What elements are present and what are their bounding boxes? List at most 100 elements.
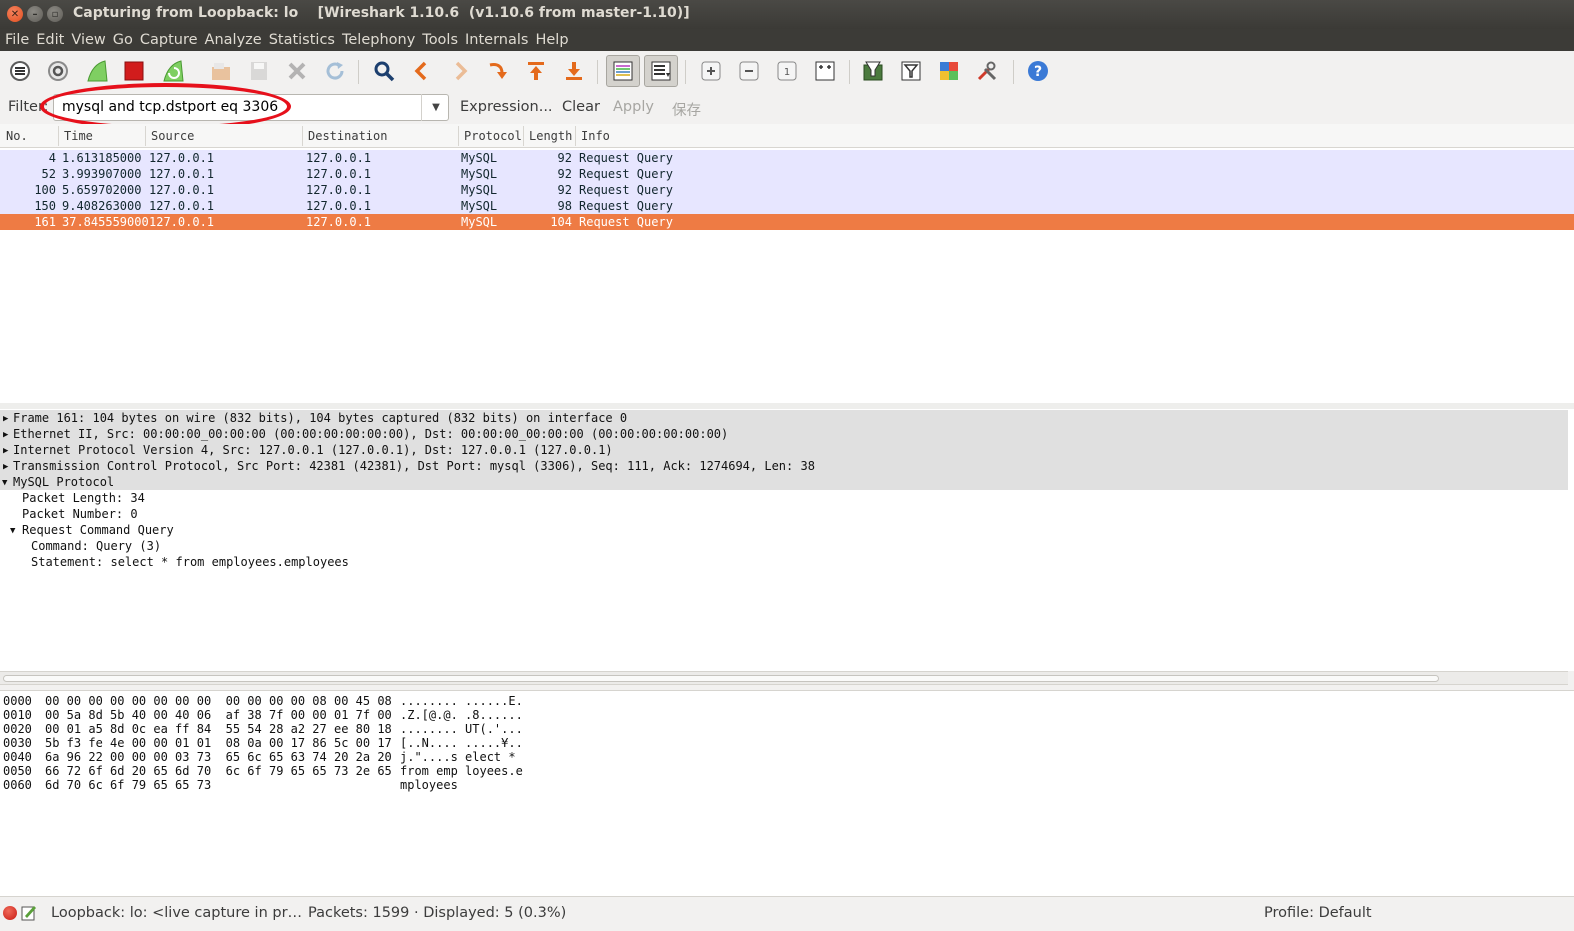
zoom-out-icon[interactable] [736, 58, 762, 84]
expand-icon[interactable]: ▶ [3, 462, 8, 472]
scrollbar-thumb[interactable] [3, 675, 1439, 682]
capture-status-icon[interactable] [3, 906, 17, 920]
expand-icon[interactable]: ▶ [3, 430, 8, 440]
column-no[interactable]: No. [6, 129, 28, 143]
column-time[interactable]: Time [64, 129, 93, 143]
tree-item-frame[interactable]: ▶ Frame 161: 104 bytes on wire (832 bits… [0, 410, 1568, 426]
column-info[interactable]: Info [581, 129, 610, 143]
tree-item-ethernet[interactable]: ▶ Ethernet II, Src: 00:00:00_00:00:00 (0… [0, 426, 1568, 442]
tree-item-statement[interactable]: Statement: select * from employees.emplo… [0, 554, 1568, 570]
filter-dropdown-button[interactable]: ▼ [421, 94, 450, 121]
expression-button[interactable]: Expression... [460, 99, 553, 115]
maximize-window-button[interactable]: ▫ [47, 6, 63, 22]
collapse-icon[interactable]: ▼ [10, 526, 15, 536]
normal-size-icon[interactable]: 1 [774, 58, 800, 84]
table-row[interactable]: 100 5.659702000 127.0.0.1 127.0.0.1 MySQ… [0, 182, 1574, 198]
menu-statistics[interactable]: Statistics [269, 32, 339, 48]
filter-bar: Filter: mysql and tcp.dstport eq 3306 ▼ … [0, 91, 1574, 124]
bytes-row[interactable]: 0010 00 5a 8d 5b 40 00 40 06 af 38 7f 00… [3, 708, 523, 722]
go-back-icon[interactable] [409, 58, 435, 84]
menu-help[interactable]: Help [535, 32, 572, 48]
restart-capture-icon[interactable] [160, 58, 186, 84]
collapse-icon[interactable]: ▼ [2, 478, 7, 488]
window-title: Capturing from Loopback: lo [Wireshark 1… [73, 5, 690, 21]
main-toolbar: 1 ? [0, 51, 1574, 91]
packet-details: ▶ Frame 161: 104 bytes on wire (832 bits… [0, 409, 1574, 671]
tree-item-request-command[interactable]: ▼ Request Command Query [0, 522, 1568, 538]
resize-columns-icon[interactable] [812, 58, 838, 84]
table-row[interactable]: 52 3.993907000 127.0.0.1 127.0.0.1 MySQL… [0, 166, 1574, 182]
profile-text[interactable]: Profile: Default [1264, 905, 1372, 921]
menu-view[interactable]: View [71, 32, 109, 48]
filter-label: Filter: [8, 99, 49, 115]
go-forward-icon[interactable] [447, 58, 473, 84]
menu-internals[interactable]: Internals [465, 32, 532, 48]
tree-item-ipv4[interactable]: ▶ Internet Protocol Version 4, Src: 127.… [0, 442, 1568, 458]
bytes-row[interactable]: 0000 00 00 00 00 00 00 00 00 00 00 00 00… [3, 694, 523, 708]
capture-filters-icon[interactable] [860, 58, 886, 84]
go-first-icon[interactable] [523, 58, 549, 84]
start-capture-icon[interactable] [84, 58, 110, 84]
find-packet-icon[interactable] [371, 58, 397, 84]
capture-comment-icon[interactable] [21, 904, 37, 921]
display-filters-icon[interactable] [898, 58, 924, 84]
open-file-icon[interactable] [208, 58, 234, 84]
filter-input[interactable]: mysql and tcp.dstport eq 3306 [53, 94, 449, 121]
bytes-row[interactable]: 0030 5b f3 fe 4e 00 00 01 01 08 0a 00 17… [3, 736, 523, 750]
preferences-icon[interactable] [974, 58, 1000, 84]
capture-status-text: Loopback: lo: <live capture in pr… [51, 905, 303, 921]
bytes-row[interactable]: 0050 66 72 6f 6d 20 65 6d 70 6c 6f 79 65… [3, 764, 523, 778]
clear-button[interactable]: Clear [562, 99, 600, 115]
column-source[interactable]: Source [151, 129, 194, 143]
coloring-rules-icon[interactable] [936, 58, 962, 84]
title-bar: ✕ – ▫ Capturing from Loopback: lo [Wires… [0, 0, 1574, 29]
tree-item-command[interactable]: Command: Query (3) [0, 538, 1568, 554]
auto-scroll-icon[interactable] [644, 55, 678, 87]
save-button[interactable]: 保存 [672, 99, 701, 120]
column-destination[interactable]: Destination [308, 129, 387, 143]
bytes-row[interactable]: 0060 6d 70 6c 6f 79 65 65 73 mployees [3, 778, 458, 792]
table-row-selected[interactable]: 161 37.845559000 127.0.0.1 127.0.0.1 MyS… [0, 214, 1574, 230]
svg-text:?: ? [1034, 64, 1042, 80]
packet-list: No. Time Source Destination Protocol Len… [0, 124, 1574, 403]
tree-item-packet-number[interactable]: Packet Number: 0 [0, 506, 1568, 522]
menu-tools[interactable]: Tools [422, 32, 462, 48]
tree-item-packet-length[interactable]: Packet Length: 34 [0, 490, 1568, 506]
save-file-icon[interactable] [246, 58, 272, 84]
bytes-row[interactable]: 0040 6a 96 22 00 00 00 03 73 65 6c 65 63… [3, 750, 516, 764]
menu-bar: File Edit View Go Capture Analyze Statis… [0, 29, 1574, 51]
packet-bytes: 0000 00 00 00 00 00 00 00 00 00 00 00 00… [0, 690, 1574, 896]
stop-capture-icon[interactable] [121, 58, 147, 84]
column-protocol[interactable]: Protocol [464, 129, 522, 143]
chevron-down-icon: ▼ [432, 102, 440, 113]
table-row[interactable]: 4 1.613185000 127.0.0.1 127.0.0.1 MySQL … [0, 150, 1574, 166]
expand-icon[interactable]: ▶ [3, 414, 8, 424]
column-length[interactable]: Length [529, 129, 572, 143]
menu-analyze[interactable]: Analyze [205, 32, 266, 48]
help-icon[interactable]: ? [1025, 58, 1051, 84]
colorize-icon[interactable] [606, 55, 640, 87]
capture-options-icon[interactable] [45, 58, 71, 84]
menu-telephony[interactable]: Telephony [342, 32, 419, 48]
minimize-window-button[interactable]: – [27, 6, 43, 22]
close-file-icon[interactable] [284, 58, 310, 84]
go-last-icon[interactable] [561, 58, 587, 84]
svg-text:1: 1 [784, 67, 790, 78]
packet-count-text: Packets: 1599 · Displayed: 5 (0.3%) [308, 905, 567, 921]
zoom-in-icon[interactable] [698, 58, 724, 84]
menu-go[interactable]: Go [113, 32, 137, 48]
horizontal-scrollbar[interactable] [0, 671, 1568, 685]
tree-item-tcp[interactable]: ▶ Transmission Control Protocol, Src Por… [0, 458, 1568, 474]
tree-item-mysql[interactable]: ▼ MySQL Protocol [0, 474, 1568, 490]
expand-icon[interactable]: ▶ [3, 446, 8, 456]
apply-button[interactable]: Apply [613, 99, 654, 115]
reload-icon[interactable] [322, 58, 348, 84]
bytes-row[interactable]: 0020 00 01 a5 8d 0c ea ff 84 55 54 28 a2… [3, 722, 523, 736]
menu-capture[interactable]: Capture [140, 32, 202, 48]
close-window-button[interactable]: ✕ [7, 6, 23, 22]
menu-edit[interactable]: Edit [36, 32, 68, 48]
go-to-packet-icon[interactable] [485, 58, 511, 84]
table-row[interactable]: 150 9.408263000 127.0.0.1 127.0.0.1 MySQ… [0, 198, 1574, 214]
menu-file[interactable]: File [5, 32, 33, 48]
list-interfaces-icon[interactable] [7, 58, 33, 84]
